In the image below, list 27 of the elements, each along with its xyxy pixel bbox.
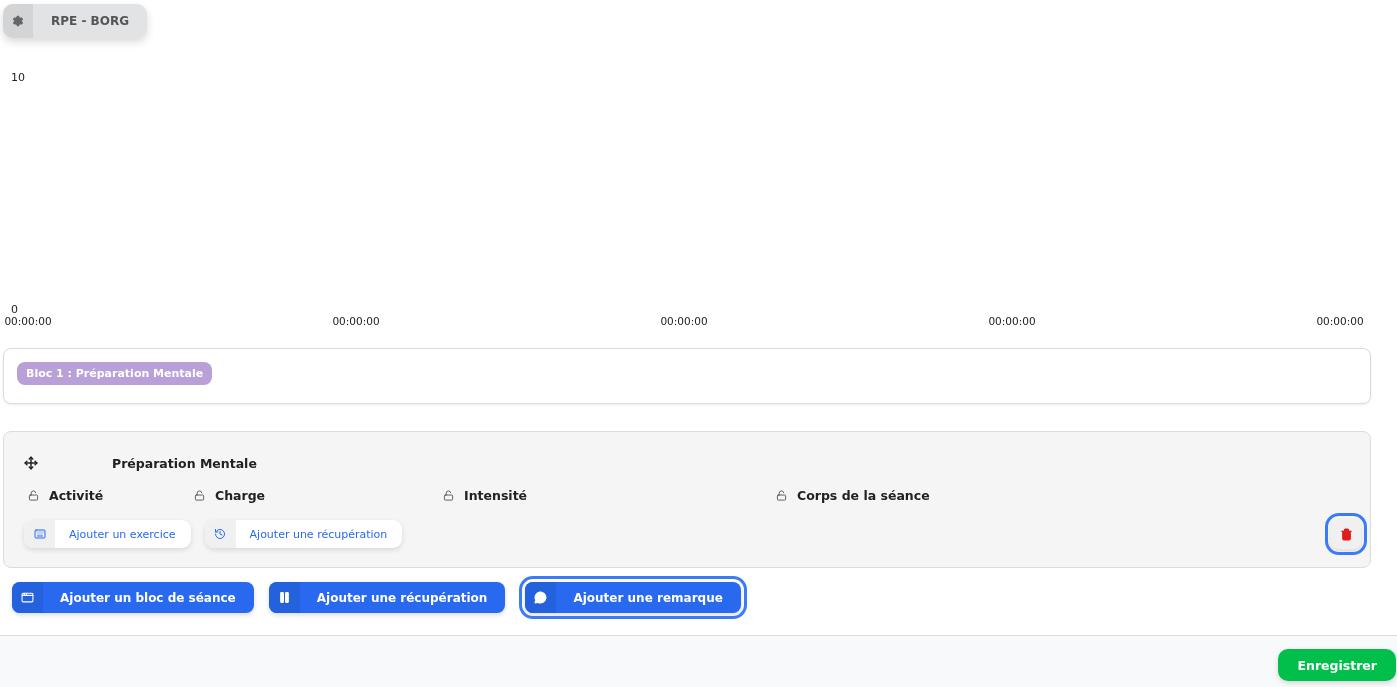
axis-tick-label: 00:00:00	[988, 315, 1036, 327]
field-label: Charge	[215, 488, 266, 503]
exercise-title: Préparation Mentale	[112, 455, 257, 471]
keyboard-icon	[33, 528, 46, 540]
save-button[interactable]: Enregistrer	[1278, 649, 1396, 681]
action-button[interactable]: Ajouter une récupération	[268, 582, 506, 613]
field-label: Intensité	[464, 488, 528, 503]
mode-button[interactable]: RPE - BORG	[3, 4, 147, 38]
axis-tick-label: 00:00:00	[332, 315, 380, 327]
axis-tick-label: 00:00:00	[1316, 315, 1364, 327]
add-button[interactable]: Ajouter une récupération	[204, 520, 403, 548]
drag-handle-icon[interactable]	[24, 456, 38, 470]
action-button[interactable]: Ajouter un bloc de séance	[12, 582, 254, 613]
trash-icon	[1339, 527, 1353, 541]
field-label: Corps de la séance	[797, 488, 930, 503]
settings-icon	[12, 15, 24, 27]
history-icon	[214, 528, 227, 540]
axis-tick-label: 00:00:00	[4, 315, 52, 327]
add-button[interactable]: Ajouter un exercice	[24, 520, 191, 548]
pause-icon	[277, 591, 291, 604]
chat-bubble-icon	[534, 591, 548, 604]
axis-tick-label: 00:00:00	[660, 315, 708, 327]
axis-tick-label: 10	[11, 71, 25, 84]
field-label: Activité	[49, 488, 104, 503]
window-icon	[21, 591, 34, 604]
axis-tick-label: 0	[11, 303, 18, 316]
block-tag: Bloc 1 : Préparation Mentale	[17, 362, 213, 385]
